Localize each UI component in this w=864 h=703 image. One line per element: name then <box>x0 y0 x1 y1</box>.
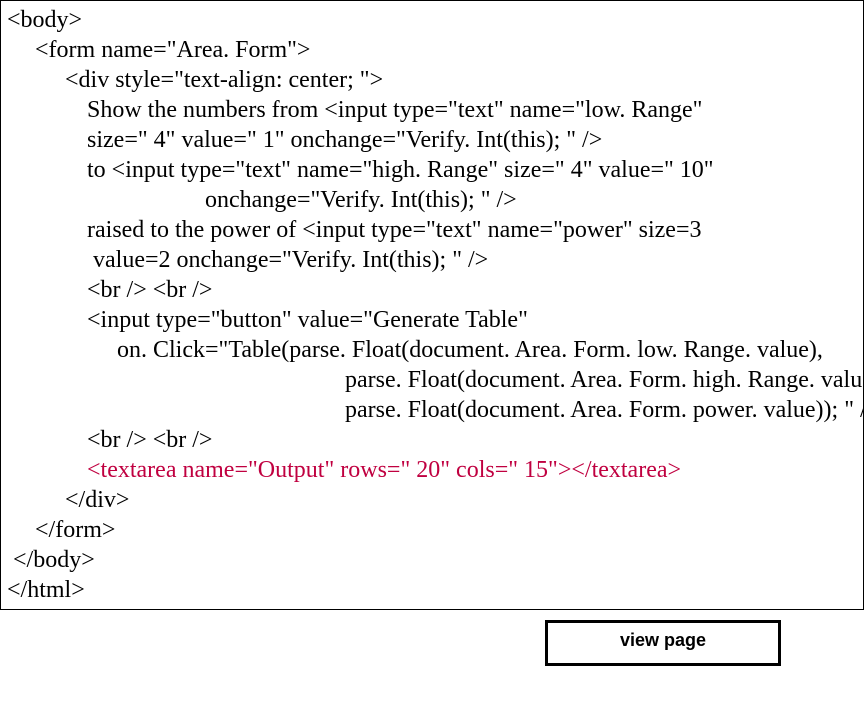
view-page-button[interactable]: view page <box>545 620 781 666</box>
code-line: </form> <box>1 515 863 545</box>
code-line: <br /> <br /> <box>1 275 863 305</box>
code-line: <body> <box>1 5 863 35</box>
code-block: <body> <form name="Area. Form"> <div sty… <box>0 0 864 610</box>
code-line: <form name="Area. Form"> <box>1 35 863 65</box>
code-line: parse. Float(document. Area. Form. power… <box>1 395 863 425</box>
code-line-highlight: <textarea name="Output" rows=" 20" cols=… <box>1 455 863 485</box>
code-line: value=2 onchange="Verify. Int(this); " /… <box>1 245 863 275</box>
code-line: </div> <box>1 485 863 515</box>
code-line: </body> <box>1 545 863 575</box>
code-line: raised to the power of <input type="text… <box>1 215 863 245</box>
code-line: onchange="Verify. Int(this); " /> <box>1 185 863 215</box>
code-line: size=" 4" value=" 1" onchange="Verify. I… <box>1 125 863 155</box>
code-line: <div style="text-align: center; "> <box>1 65 863 95</box>
code-line: Show the numbers from <input type="text"… <box>1 95 863 125</box>
code-line: parse. Float(document. Area. Form. high.… <box>1 365 863 395</box>
code-line: on. Click="Table(parse. Float(document. … <box>1 335 863 365</box>
code-line: <br /> <br /> <box>1 425 863 455</box>
code-line: <input type="button" value="Generate Tab… <box>1 305 863 335</box>
code-line: </html> <box>1 575 863 605</box>
code-line: to <input type="text" name="high. Range"… <box>1 155 863 185</box>
